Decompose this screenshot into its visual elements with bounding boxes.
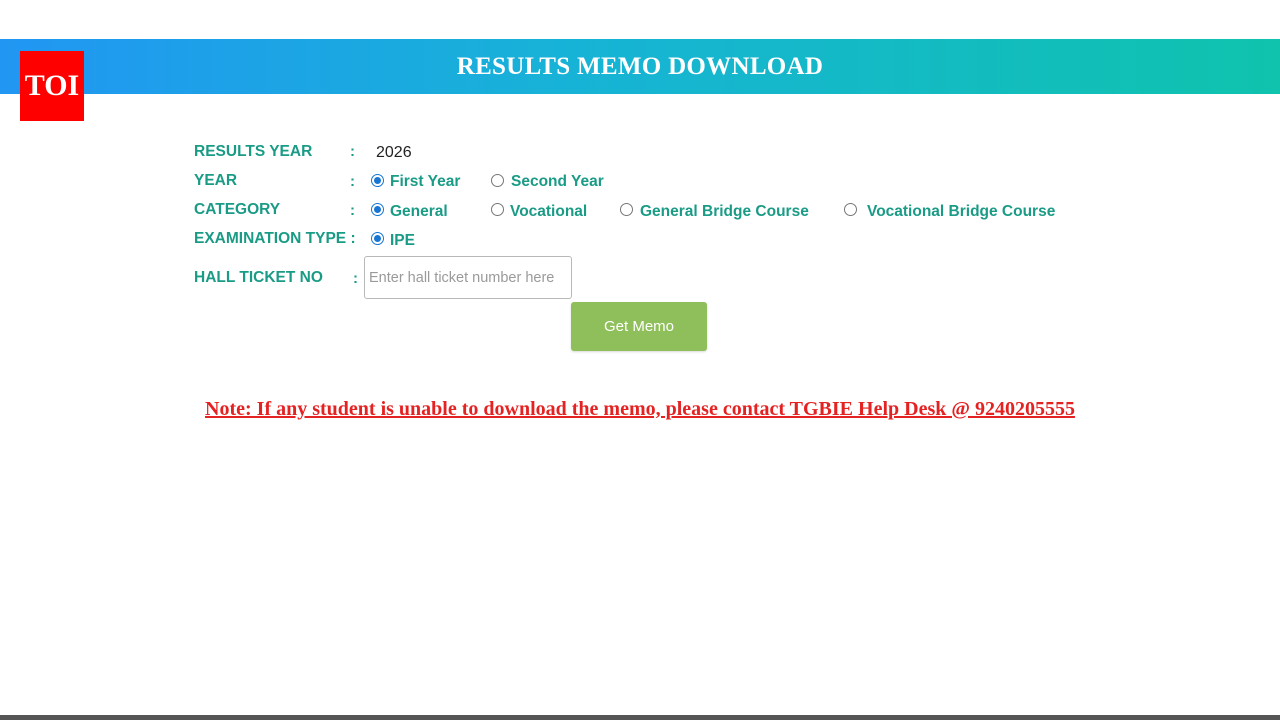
category-colon: :	[350, 202, 355, 219]
category-vocational-label[interactable]: Vocational	[510, 203, 587, 221]
exam-type-ipe-label[interactable]: IPE	[390, 232, 415, 250]
category-general-bridge-radio[interactable]	[620, 203, 633, 216]
hall-ticket-label: HALL TICKET NO	[194, 269, 323, 286]
category-vocational-radio[interactable]	[491, 203, 504, 216]
page-title: RESULTS MEMO DOWNLOAD	[456, 52, 824, 80]
exam-type-ipe-radio[interactable]	[371, 232, 384, 245]
category-vocational-bridge-radio[interactable]	[844, 203, 857, 216]
year-first-radio[interactable]	[371, 174, 384, 187]
hall-ticket-colon: :	[353, 270, 358, 287]
get-memo-button[interactable]: Get Memo	[571, 302, 707, 351]
category-general-radio[interactable]	[371, 203, 384, 216]
year-colon: :	[350, 173, 355, 190]
help-desk-note: Note: If any student is unable to downlo…	[205, 398, 1075, 420]
results-year-colon: :	[350, 143, 355, 160]
exam-type-label: EXAMINATION TYPE :	[194, 230, 356, 247]
hall-ticket-input[interactable]	[364, 256, 572, 299]
year-second-radio[interactable]	[491, 174, 504, 187]
year-second-label[interactable]: Second Year	[511, 173, 604, 191]
year-first-label[interactable]: First Year	[390, 173, 460, 191]
category-general-label[interactable]: General	[390, 203, 448, 221]
header-bar: RESULTS MEMO DOWNLOAD	[0, 39, 1280, 94]
toi-logo: TOI	[20, 51, 84, 121]
category-general-bridge-label[interactable]: General Bridge Course	[640, 203, 809, 221]
category-vocational-bridge-label[interactable]: Vocational Bridge Course	[867, 203, 1055, 221]
results-year-label: RESULTS YEAR	[194, 143, 313, 160]
results-year-value: 2026	[376, 144, 412, 161]
year-label: YEAR	[194, 172, 238, 189]
category-label: CATEGORY	[194, 201, 281, 218]
bottom-divider	[0, 715, 1280, 720]
